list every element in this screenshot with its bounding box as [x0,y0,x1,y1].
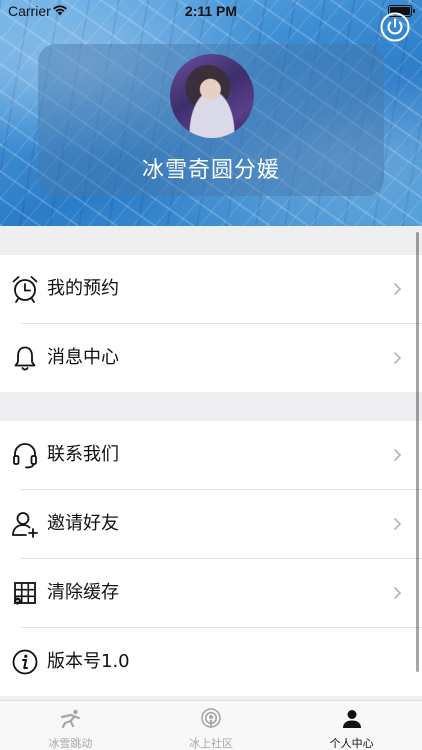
menu-item-label: 联系我们 [47,444,119,465]
cache-grid-icon [14,582,36,605]
chevron-right-icon [393,282,402,296]
tab-ice-snow-dance[interactable]: 冰雪跳动 [0,701,141,750]
menu-item-invite-friends[interactable]: 邀请好友 [0,490,422,558]
headset-icon [13,443,37,469]
scrollbar[interactable] [416,232,419,672]
person-icon [342,710,361,728]
menu-item-label: 邀请好友 [47,513,119,534]
username: 冰雪奇圆分媛 [141,158,280,183]
menu-item-label: 清除缓存 [47,582,119,603]
profile-card: 冰雪奇圆分媛 [38,44,384,196]
tab-ice-community[interactable]: 冰上社区 [141,701,282,750]
menu-item-message-center[interactable]: 消息中心 [0,324,422,392]
menu-item-contact-us[interactable]: 联系我们 [0,421,422,489]
alarm-clock-icon [12,276,38,303]
tab-label: 个人中心 [329,737,374,750]
add-user-icon [12,512,38,538]
power-icon[interactable] [380,12,410,42]
chevron-right-icon [393,586,402,600]
podcast-icon [201,708,221,728]
menu-item-clear-cache[interactable]: 清除缓存 [0,559,422,627]
profile-screen: Carrier 2:11 PM 冰雪奇圆分媛 我的预约 消息中心 联系我们 邀请… [0,0,422,750]
tab-label: 冰上社区 [189,737,233,750]
menu-item-label: 消息中心 [47,347,119,368]
chevron-right-icon [393,517,402,531]
tab-label: 冰雪跳动 [48,737,93,750]
tab-personal-center[interactable]: 个人中心 [281,701,422,750]
status-time: 2:11 PM [184,3,238,19]
avatar[interactable] [170,54,254,138]
menu-group-primary: 我的预约 消息中心 [0,255,422,392]
info-icon [12,649,38,675]
chevron-right-icon [393,351,402,365]
header-banner: Carrier 2:11 PM 冰雪奇圆分媛 [0,0,422,226]
menu-item-my-booking[interactable]: 我的预约 [0,255,422,323]
menu-group-secondary: 联系我们 邀请好友 清除缓存 版本号1.0 [0,421,422,696]
skater-icon [61,709,81,729]
bell-icon [14,346,36,371]
menu-item-label: 我的预约 [47,278,119,299]
menu-item-version: 版本号1.0 [0,628,422,696]
version-label: 版本号1.0 [47,651,130,672]
tab-bar: 冰雪跳动 冰上社区 个人中心 [0,700,422,750]
status-bar: Carrier 2:11 PM [0,0,422,24]
chevron-right-icon [393,448,402,462]
